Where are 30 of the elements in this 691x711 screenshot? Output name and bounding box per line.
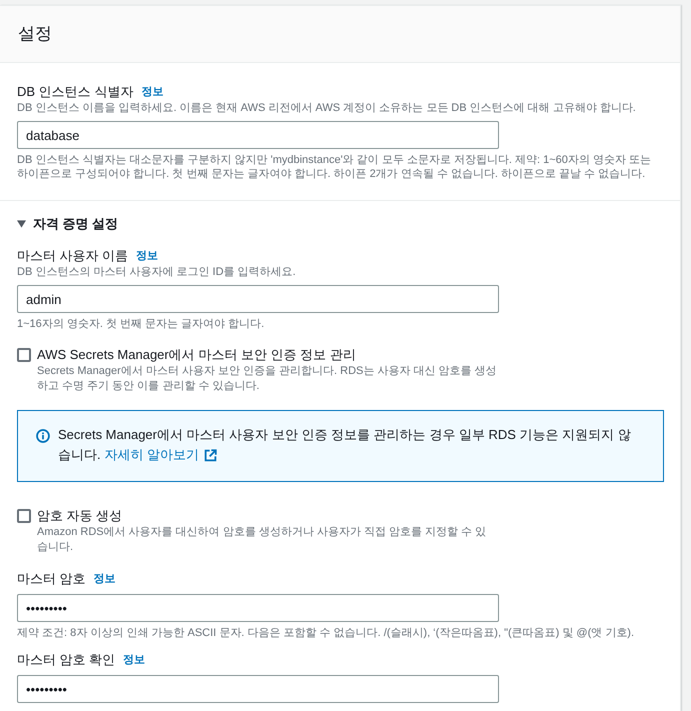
checkbox[interactable] xyxy=(17,348,31,362)
checkbox-description: Secrets Manager에서 마스터 사용자 보안 인증을 관리합니다. RDS는 사용자 대신 암호를 생성하고 수명 주기 동안 이를 관리할 수 있습니다. xyxy=(37,364,497,394)
field-description: DB 인스턴스 이름을 입력하세요. 이름은 현재 AWS 리전에서 AWS 계정이 소유하는 모든 DB 인스턴스에 대해 고유해야 합니다. xyxy=(17,101,637,115)
field-label: DB 인스턴스 식별자 xyxy=(17,83,134,101)
external-link-icon xyxy=(204,448,217,462)
info-link[interactable]: 정보 xyxy=(123,652,146,668)
alert-message: Secrets Manager에서 마스터 사용자 보안 인증 정보를 관리하는 경우 일부 RDS 기능은 지원되지 않습니다. 자세히 알아보기 xyxy=(58,425,633,465)
password-field[interactable]: ••••••••• xyxy=(17,675,499,703)
password-field[interactable]: ••••••••• xyxy=(17,594,499,622)
field-description: DB 인스턴스의 마스터 사용자에 로그인 ID를 입력하세요. xyxy=(17,265,297,279)
caret-icon[interactable] xyxy=(17,220,26,228)
panel-title: 설정 xyxy=(18,23,52,45)
field-label: 마스터 사용자 이름 xyxy=(17,247,128,265)
info-link[interactable]: 정보 xyxy=(136,248,158,264)
checkbox-description: Amazon RDS에서 사용자를 대신하여 암호를 생성하거나 사용자가 직접 암호를 지정할 수 있습니다. xyxy=(37,525,488,555)
section-title[interactable]: 자격 증명 설정 xyxy=(33,214,118,234)
info-icon xyxy=(36,429,50,443)
field-label: 마스터 암호 확인 xyxy=(17,651,116,669)
info-link[interactable]: 정보 xyxy=(94,572,116,586)
info-link[interactable]: 정보 xyxy=(141,84,164,100)
text-field[interactable]: database xyxy=(17,121,499,149)
learn-more-link[interactable]: 자세히 알아보기 xyxy=(104,445,217,465)
field-label: 마스터 암호 xyxy=(17,570,86,588)
text-field[interactable]: admin xyxy=(17,285,499,313)
checkbox-label[interactable]: AWS Secrets Manager에서 마스터 보안 인증 정보 관리 xyxy=(37,346,497,364)
checkbox[interactable] xyxy=(17,509,31,523)
field-constraint: 1~16자의 영숫자. 첫 번째 문자는 글자여야 합니다. xyxy=(17,317,266,331)
checkbox-label[interactable]: 암호 자동 생성 xyxy=(37,507,497,525)
field-constraint: DB 인스턴스 식별자는 대소문자를 구분하지 않지만 'mydbinstance'와 같이 모두 소문자로 저장됩니다. 제약: 1~60자의 영숫자 또는 하이픈으로 구성되어야 합니다. 첫 번째 문자는 글자여야 합니다. 하이픈 2개가 연속될 수 없습니다. 하이픈으로 끝날 수 없습니다. xyxy=(17,153,652,181)
field-constraint: 제약 조건: 8자 이상의 인쇄 가능한 ASCII 문자. 다음은 포함할 수 없습니다. /(슬래시), ‘(작은따옴표), "(큰따옴표) 및 @(앳 기호). xyxy=(17,626,636,640)
